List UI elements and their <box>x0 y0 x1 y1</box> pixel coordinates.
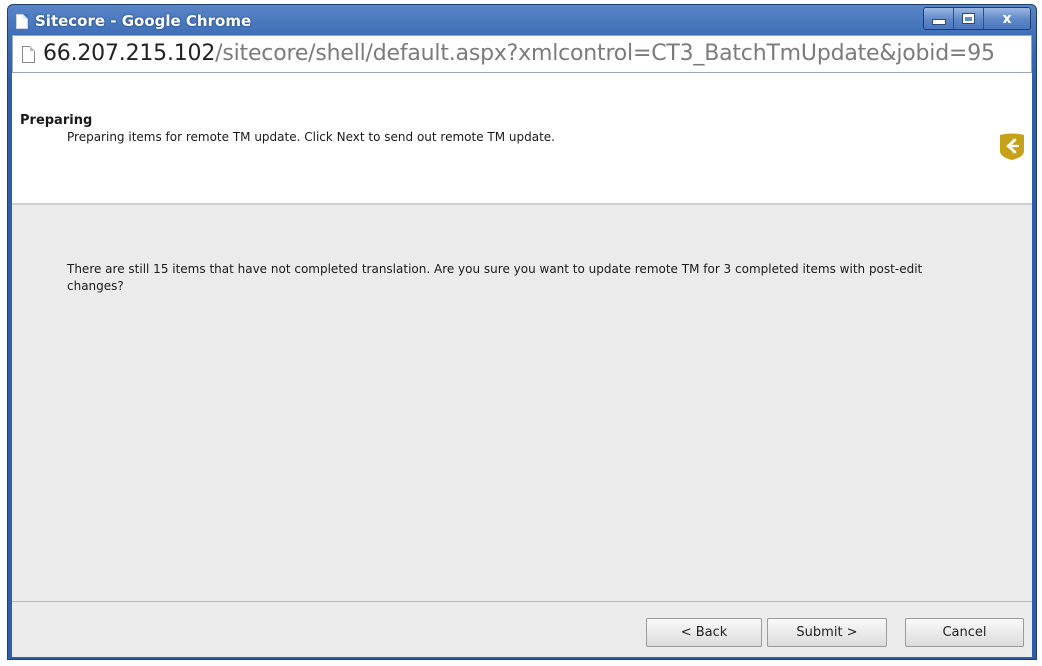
cancel-button[interactable]: Cancel <box>905 618 1024 647</box>
address-bar[interactable]: 66.207.215.102/sitecore/shell/default.as… <box>12 35 1032 73</box>
page-title: Preparing <box>20 113 93 128</box>
dialog-content: Preparing Preparing items for remote TM … <box>12 73 1032 657</box>
minimize-icon <box>931 19 946 25</box>
confirmation-message: There are still 15 items that have not c… <box>67 262 923 293</box>
maximize-button[interactable] <box>954 8 984 29</box>
submit-button[interactable]: Submit > <box>767 618 887 647</box>
dialog-header: Preparing Preparing items for remote TM … <box>12 73 1032 205</box>
close-icon: x <box>1002 10 1012 27</box>
url-path: /sitecore/shell/default.aspx?xmlcontrol=… <box>215 41 995 66</box>
close-button[interactable]: x <box>984 8 1030 29</box>
title-bar[interactable]: Sitecore - Google Chrome x <box>8 5 1036 35</box>
sitecore-logo-icon <box>1000 133 1024 160</box>
window-controls: x <box>923 7 1031 30</box>
dialog-footer: < Back Submit > Cancel <box>12 601 1032 657</box>
maximize-icon <box>962 13 975 24</box>
url-text[interactable]: 66.207.215.102/sitecore/shell/default.as… <box>43 41 995 66</box>
browser-window: Sitecore - Google Chrome x 66.207.215.10… <box>7 4 1037 660</box>
blank-page-icon <box>22 46 35 63</box>
url-host: 66.207.215.102 <box>43 41 216 66</box>
window-title: Sitecore - Google Chrome <box>35 12 252 30</box>
page-icon <box>16 14 28 29</box>
page-description: Preparing items for remote TM update. Cl… <box>67 130 555 144</box>
minimize-button[interactable] <box>924 8 954 29</box>
back-button[interactable]: < Back <box>646 618 762 647</box>
